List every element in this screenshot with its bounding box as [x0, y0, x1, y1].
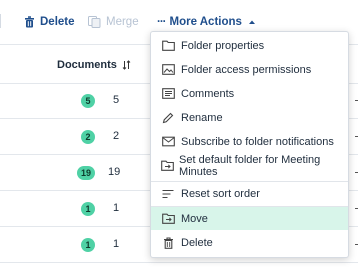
folder-move-icon — [151, 213, 181, 224]
envelope-icon — [151, 136, 181, 147]
menu-item-folder-access-permissions[interactable]: Folder access permissions — [151, 58, 348, 81]
document-count-badge: 1 — [81, 238, 95, 252]
comment-icon — [151, 88, 181, 99]
caret-up-icon — [248, 20, 255, 24]
document-count: 19 — [108, 166, 121, 178]
menu-item-label: Move — [181, 212, 208, 225]
document-count: 1 — [113, 238, 120, 250]
documents-column-header[interactable]: Documents — [57, 59, 131, 71]
menu-item-comments[interactable]: Comments — [151, 82, 348, 105]
pencil-icon — [151, 112, 181, 124]
menu-item-label: Delete — [181, 236, 213, 249]
menu-item-folder-properties[interactable]: Folder properties — [151, 34, 348, 57]
folder-arrow-icon — [151, 160, 179, 171]
menu-item-move[interactable]: Move — [151, 207, 348, 230]
delete-button-label: Delete — [40, 16, 75, 28]
more-actions-button[interactable]: ··· More Actions — [157, 14, 261, 30]
folder-icon — [151, 40, 181, 51]
more-actions-label: More Actions — [169, 16, 242, 28]
menu-item-set-default-folder[interactable]: Set default folder for Meeting Minutes — [151, 153, 348, 178]
menu-item-rename[interactable]: Rename — [151, 106, 348, 129]
menu-item-subscribe-notifications[interactable]: Subscribe to folder notifications — [151, 130, 348, 153]
menu-item-label: Reset sort order — [181, 187, 260, 200]
menu-item-delete[interactable]: Delete — [151, 231, 348, 254]
documents-header-label: Documents — [57, 59, 117, 71]
menu-item-label: Subscribe to folder notifications — [181, 135, 334, 148]
document-count: 1 — [113, 202, 120, 214]
delete-button[interactable]: Delete — [24, 14, 75, 30]
document-count-badge: 2 — [81, 130, 95, 144]
trash-icon — [25, 16, 34, 28]
document-count: 5 — [113, 94, 120, 106]
menu-item-reset-sort-order[interactable]: Reset sort order — [151, 182, 348, 205]
sort-lines-icon — [151, 189, 181, 199]
more-actions-dots: ··· — [157, 16, 166, 28]
menu-item-label: Comments — [181, 87, 235, 100]
merge-icon — [88, 16, 101, 28]
merge-button[interactable]: Merge — [88, 14, 139, 30]
menu-item-label: Folder properties — [181, 39, 265, 52]
image-icon — [151, 64, 181, 75]
document-count-badge: 5 — [81, 94, 95, 108]
menu-item-label: Rename — [181, 111, 223, 124]
more-actions-menu: Folder properties Folder access permissi… — [150, 31, 349, 258]
menu-item-label: Folder access permissions — [181, 63, 312, 76]
document-count-badge: 1 — [81, 202, 95, 216]
document-count-badge: 19 — [77, 166, 96, 180]
menu-item-label: Set default folder for Meeting Minutes — [179, 153, 321, 178]
trash-icon — [151, 236, 181, 249]
document-count: 2 — [113, 130, 120, 142]
toolbar-divider — [0, 14, 1, 28]
merge-button-label: Merge — [106, 16, 139, 28]
sort-icon[interactable] — [122, 60, 131, 70]
